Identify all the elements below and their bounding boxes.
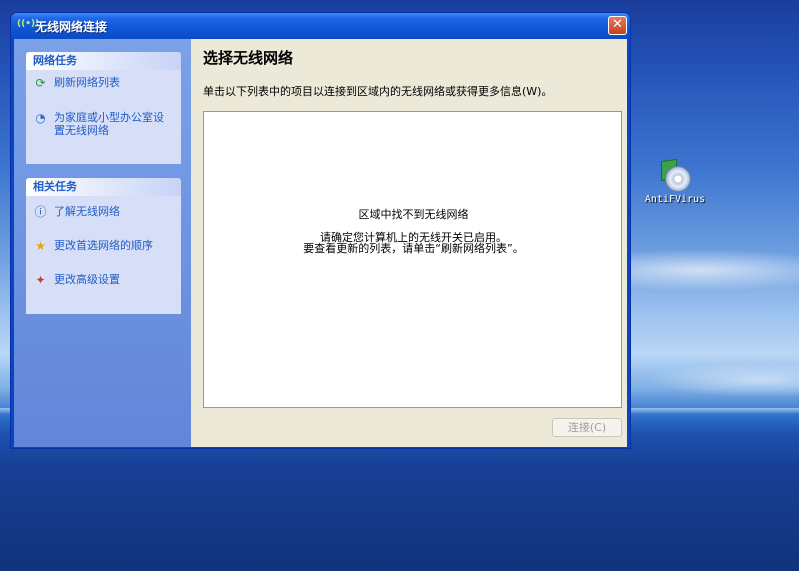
task-change-preferred-order[interactable]: ★ 更改首选网络的顺序 — [26, 239, 181, 259]
refresh-icon: ⟳ — [35, 76, 46, 90]
network-tasks-group: 网络任务 ⟳ 刷新网络列表 ◔ 为家庭或小型办公室设置无线网络 — [26, 52, 181, 164]
task-pane: 网络任务 ⟳ 刷新网络列表 ◔ 为家庭或小型办公室设置无线网络 相关任务 ⓘ 了… — [14, 39, 191, 447]
wireless-setup-icon: ◔ — [35, 111, 46, 125]
related-tasks-heading[interactable]: 相关任务 — [26, 178, 181, 196]
task-label: 了解无线网络 — [54, 205, 120, 218]
info-icon: ⓘ — [34, 205, 47, 219]
close-button[interactable]: ✕ — [608, 16, 627, 35]
hint-line-2: 要查看更新的列表，请单击“刷新网络列表”。 — [303, 242, 524, 255]
connect-button[interactable]: 连接(C) — [552, 418, 622, 437]
wireless-connection-window: ((•)) 无线网络连接 ✕ 网络任务 ⟳ 刷新网络列表 ◔ 为家庭或小型办公室… — [10, 12, 631, 449]
page-title: 选择无线网络 — [203, 49, 294, 67]
antivirus-icon — [659, 158, 691, 192]
task-label: 为家庭或小型办公室设置无线网络 — [54, 111, 164, 137]
empty-list-message: 区域中找不到无线网络 — [358, 208, 469, 221]
desktop-icon-antivirus[interactable]: AntiFVirus — [640, 158, 710, 205]
related-tasks-group: 相关任务 ⓘ 了解无线网络 ★ 更改首选网络的顺序 ✦ 更改高级设置 — [26, 178, 181, 314]
desktop-icon-label: AntiFVirus — [644, 194, 706, 205]
wireless-network-list[interactable]: 区域中找不到无线网络 请确定您计算机上的无线开关已启用。 要查看更新的列表，请单… — [203, 111, 622, 408]
task-label: 更改首选网络的顺序 — [54, 239, 153, 252]
settings-icon: ✦ — [35, 273, 46, 287]
page-description: 单击以下列表中的项目以连接到区域内的无线网络或获得更多信息(W)。 — [203, 85, 553, 98]
task-learn-wireless[interactable]: ⓘ 了解无线网络 — [26, 205, 181, 225]
window-title: 无线网络连接 — [35, 20, 108, 34]
task-setup-wireless[interactable]: ◔ 为家庭或小型办公室设置无线网络 — [26, 111, 174, 137]
empty-list-hint: 请确定您计算机上的无线开关已启用。 要查看更新的列表，请单击“刷新网络列表”。 — [204, 232, 623, 254]
star-icon: ★ — [35, 239, 46, 253]
window-client: 网络任务 ⟳ 刷新网络列表 ◔ 为家庭或小型办公室设置无线网络 相关任务 ⓘ 了… — [14, 39, 627, 447]
title-bar[interactable]: ((•)) 无线网络连接 ✕ — [11, 13, 630, 39]
task-change-advanced-settings[interactable]: ✦ 更改高级设置 — [26, 273, 181, 293]
task-refresh-network-list[interactable]: ⟳ 刷新网络列表 — [26, 76, 181, 96]
task-label: 刷新网络列表 — [54, 76, 120, 89]
task-label: 更改高级设置 — [54, 273, 120, 286]
network-tasks-heading[interactable]: 网络任务 — [26, 52, 181, 70]
